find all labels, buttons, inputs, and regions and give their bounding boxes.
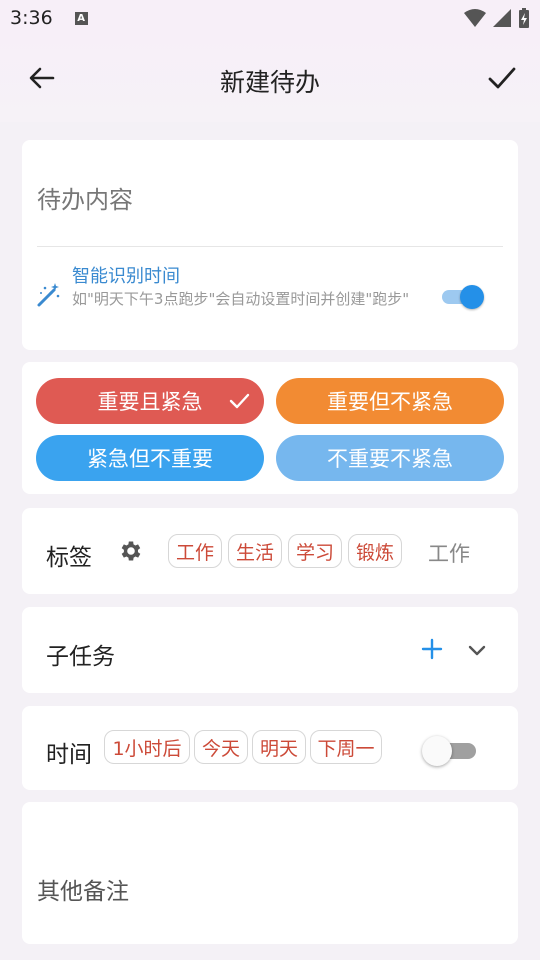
time-chip-1-hour-later[interactable]: 1小时后 [104,730,190,764]
time-chip-next-monday[interactable]: 下周一 [310,730,382,764]
selected-tag-value[interactable]: 工作 [428,538,470,568]
priority-important-urgent[interactable]: 重要且紧急 [36,378,264,424]
check-icon [488,67,516,89]
tag-chip-study[interactable]: 学习 [288,534,342,568]
priority-label: 重要但不紧急 [327,390,453,414]
priority-urgent-not-important[interactable]: 紧急但不重要 [36,435,264,481]
smart-time-toggle[interactable] [440,285,484,309]
priority-not-important-not-urgent[interactable]: 不重要不紧急 [276,435,504,481]
priority-label: 紧急但不重要 [87,447,213,471]
tag-chip-life[interactable]: 生活 [228,534,282,568]
notes-input[interactable] [37,874,497,910]
divider [37,246,503,247]
smart-time-title: 智能识别时间 [72,266,180,287]
priority-important-not-urgent[interactable]: 重要但不紧急 [276,378,504,424]
notification-icon: A [74,11,88,25]
tag-chip-exercise[interactable]: 锻炼 [348,534,402,568]
signal-icon [493,9,511,27]
tags-label: 标签 [46,545,92,571]
add-subtask-button[interactable] [420,637,444,661]
notes-card [22,802,518,944]
time-chip-today[interactable]: 今天 [194,730,248,764]
time-label: 时间 [46,742,92,768]
priority-label: 不重要不紧急 [327,447,453,471]
content-card: 智能识别时间 如"明天下午3点跑步"会自动设置时间并创建"跑步" [22,140,518,350]
time-card: 时间 1小时后 今天 明天 下周一 [22,706,518,790]
battery-icon [519,8,529,28]
priority-label: 重要且紧急 [97,390,203,414]
subtask-label: 子任务 [46,644,115,670]
status-time: 3:36 [10,7,53,29]
tags-card: 标签 工作 生活 学习 锻炼 工作 [22,508,518,594]
tag-chip-work[interactable]: 工作 [168,534,222,568]
magic-wand-icon [37,283,60,307]
priority-card: 重要且紧急 重要但不紧急 紧急但不重要 不重要不紧急 [22,362,518,494]
gear-icon[interactable] [118,538,144,564]
toggle-thumb [422,736,452,766]
time-chip-tomorrow[interactable]: 明天 [252,730,306,764]
check-icon [229,393,250,409]
app-bar: 新建待办 [0,36,540,122]
todo-content-input[interactable] [37,180,497,220]
status-bar: 3:36 A [0,0,540,36]
subtask-card: 子任务 [22,607,518,693]
wifi-icon [464,9,486,27]
toggle-thumb [460,285,484,309]
smart-time-description: 如"明天下午3点跑步"会自动设置时间并创建"跑步" [72,290,410,308]
time-toggle[interactable] [422,736,478,766]
save-button[interactable] [486,62,518,94]
chevron-down-icon[interactable] [466,639,488,661]
page-title: 新建待办 [219,68,320,97]
status-icons [464,7,530,29]
